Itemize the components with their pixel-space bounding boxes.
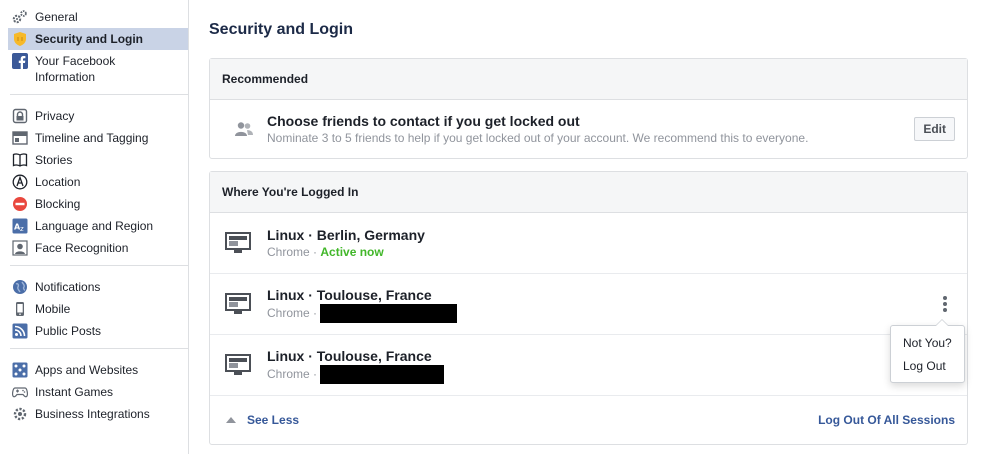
globe-icon [12, 279, 28, 295]
settings-sidebar: General Security and Login Your Facebook… [0, 0, 189, 454]
see-less-link[interactable]: See Less [226, 413, 299, 427]
session-browser: Chrome [267, 306, 310, 320]
facebook-icon [12, 53, 28, 69]
gamepad-icon [12, 384, 28, 400]
language-icon: Az [12, 218, 28, 234]
timeline-icon [12, 130, 28, 146]
sidebar-item-notifications[interactable]: Notifications [8, 276, 188, 298]
session-subtitle: Chrome · Active now [267, 244, 425, 260]
menu-item-not-you[interactable]: Not You? [891, 332, 964, 355]
sidebar-item-your-facebook-information[interactable]: Your Facebook Information [8, 50, 188, 88]
sidebar-group-account: General Security and Login Your Facebook… [8, 0, 188, 95]
sidebar-group-apps: Apps and Websites Instant Games Business… [10, 349, 188, 431]
session-subtitle: Chrome · [267, 303, 458, 323]
edit-button[interactable]: Edit [914, 117, 955, 141]
sidebar-item-privacy[interactable]: Privacy [8, 105, 188, 127]
sidebar-item-label: Face Recognition [35, 241, 129, 255]
session-separator: · [309, 367, 318, 381]
sidebar-item-face-recognition[interactable]: Face Recognition [8, 237, 188, 259]
sidebar-item-label: Privacy [35, 109, 75, 123]
sidebar-item-label: Stories [35, 153, 73, 167]
sidebar-item-label: Location [35, 175, 81, 189]
see-less-label: See Less [247, 412, 300, 427]
sidebar-item-public-posts[interactable]: Public Posts [8, 320, 188, 342]
face-recognition-icon [12, 240, 28, 256]
mobile-icon [12, 301, 28, 317]
sidebar-group-notifications: Notifications Mobile Public Posts [10, 266, 188, 349]
sidebar-item-label: Timeline and Tagging [35, 131, 149, 145]
redacted-block [320, 364, 445, 384]
session-row[interactable]: Linux · Berlin, Germany Chrome · Active … [210, 213, 967, 274]
trusted-contacts-title: Choose friends to contact if you get loc… [267, 113, 580, 129]
recommended-header: Recommended [210, 59, 967, 100]
page-title: Security and Login [209, 21, 354, 38]
sidebar-item-security-and-login[interactable]: Security and Login [8, 28, 188, 50]
book-icon [12, 152, 28, 168]
sidebar-item-label: Instant Games [35, 385, 114, 399]
sidebar-item-mobile[interactable]: Mobile [8, 298, 188, 320]
session-row[interactable]: Linux · Toulouse, France Chrome · [210, 335, 967, 396]
svg-text:z: z [20, 225, 24, 233]
session-separator: · [309, 245, 321, 259]
desktop-icon [224, 354, 252, 376]
sidebar-item-label: Blocking [35, 197, 81, 211]
sidebar-group-privacy: Privacy Timeline and Tagging Stories Loc… [10, 95, 188, 266]
trusted-contacts-description: Nominate 3 to 5 friends to help if you g… [267, 131, 809, 145]
session-browser: Chrome [267, 367, 310, 381]
session-subtitle: Chrome · [267, 364, 445, 384]
lock-icon [12, 108, 28, 124]
desktop-icon [224, 293, 252, 315]
sidebar-item-label: Apps and Websites [35, 363, 139, 377]
sidebar-item-blocking[interactable]: Blocking [8, 193, 188, 215]
session-separator: · [309, 306, 318, 320]
redacted-block [320, 303, 458, 323]
session-info: Linux · Toulouse, France Chrome · [267, 286, 458, 323]
session-info: Linux · Toulouse, France Chrome · [267, 347, 445, 384]
desktop-icon [224, 232, 252, 254]
blocking-icon [12, 196, 28, 212]
sidebar-item-business-integrations[interactable]: Business Integrations [8, 403, 188, 425]
session-status: Active now [320, 245, 384, 259]
logged-in-header: Where You're Logged In [210, 172, 967, 213]
more-options-icon[interactable] [939, 294, 951, 314]
logged-in-card: Where You're Logged In Linux · Berlin, G… [209, 171, 968, 445]
session-title: Linux · Toulouse, France [267, 347, 432, 364]
gears-icon [12, 9, 28, 25]
sidebar-item-instant-games[interactable]: Instant Games [8, 381, 188, 403]
main-content: Security and Login Recommended Choose fr… [209, 0, 968, 445]
sidebar-item-label: General [35, 10, 78, 24]
session-title: Linux · Berlin, Germany [267, 227, 425, 243]
sidebar-item-apps-and-websites[interactable]: Apps and Websites [8, 359, 188, 381]
session-browser: Chrome [267, 245, 310, 259]
sidebar-item-label: Security and Login [35, 32, 144, 46]
sidebar-item-label: Mobile [35, 302, 71, 316]
friends-icon [232, 121, 256, 137]
sidebar-item-stories[interactable]: Stories [8, 149, 188, 171]
menu-item-log-out[interactable]: Log Out [891, 355, 964, 378]
sidebar-item-label: Public Posts [35, 324, 102, 338]
sidebar-item-timeline-and-tagging[interactable]: Timeline and Tagging [8, 127, 188, 149]
session-title: Linux · Toulouse, France [267, 286, 432, 303]
sidebar-item-general[interactable]: General [8, 6, 188, 28]
trusted-contacts-text: Choose friends to contact if you get loc… [267, 112, 914, 146]
sidebar-item-label: Language and Region [35, 219, 154, 233]
sidebar-item-language-and-region[interactable]: Az Language and Region [8, 215, 188, 237]
log-out-all-sessions-link[interactable]: Log Out Of All Sessions [818, 413, 955, 427]
session-info: Linux · Berlin, Germany Chrome · Active … [267, 226, 425, 260]
location-icon [12, 174, 28, 190]
sidebar-item-label: Business Integrations [35, 407, 150, 421]
caret-up-icon [226, 416, 236, 423]
recommended-card: Recommended Choose friends to contact if… [209, 58, 968, 159]
session-options-menu: Not You? Log Out [890, 319, 965, 383]
sidebar-item-label: Notifications [35, 280, 101, 294]
session-row[interactable]: Linux · Toulouse, France Chrome · [210, 274, 967, 335]
business-gear-icon [12, 406, 28, 422]
sidebar-item-label: Your Facebook Information [35, 54, 116, 84]
logged-in-footer: See Less Log Out Of All Sessions [210, 396, 967, 443]
shield-icon [12, 31, 28, 47]
rss-icon [12, 323, 28, 339]
apps-icon [12, 362, 28, 378]
trusted-contacts-row: Choose friends to contact if you get loc… [210, 100, 967, 158]
sidebar-item-location[interactable]: Location [8, 171, 188, 193]
